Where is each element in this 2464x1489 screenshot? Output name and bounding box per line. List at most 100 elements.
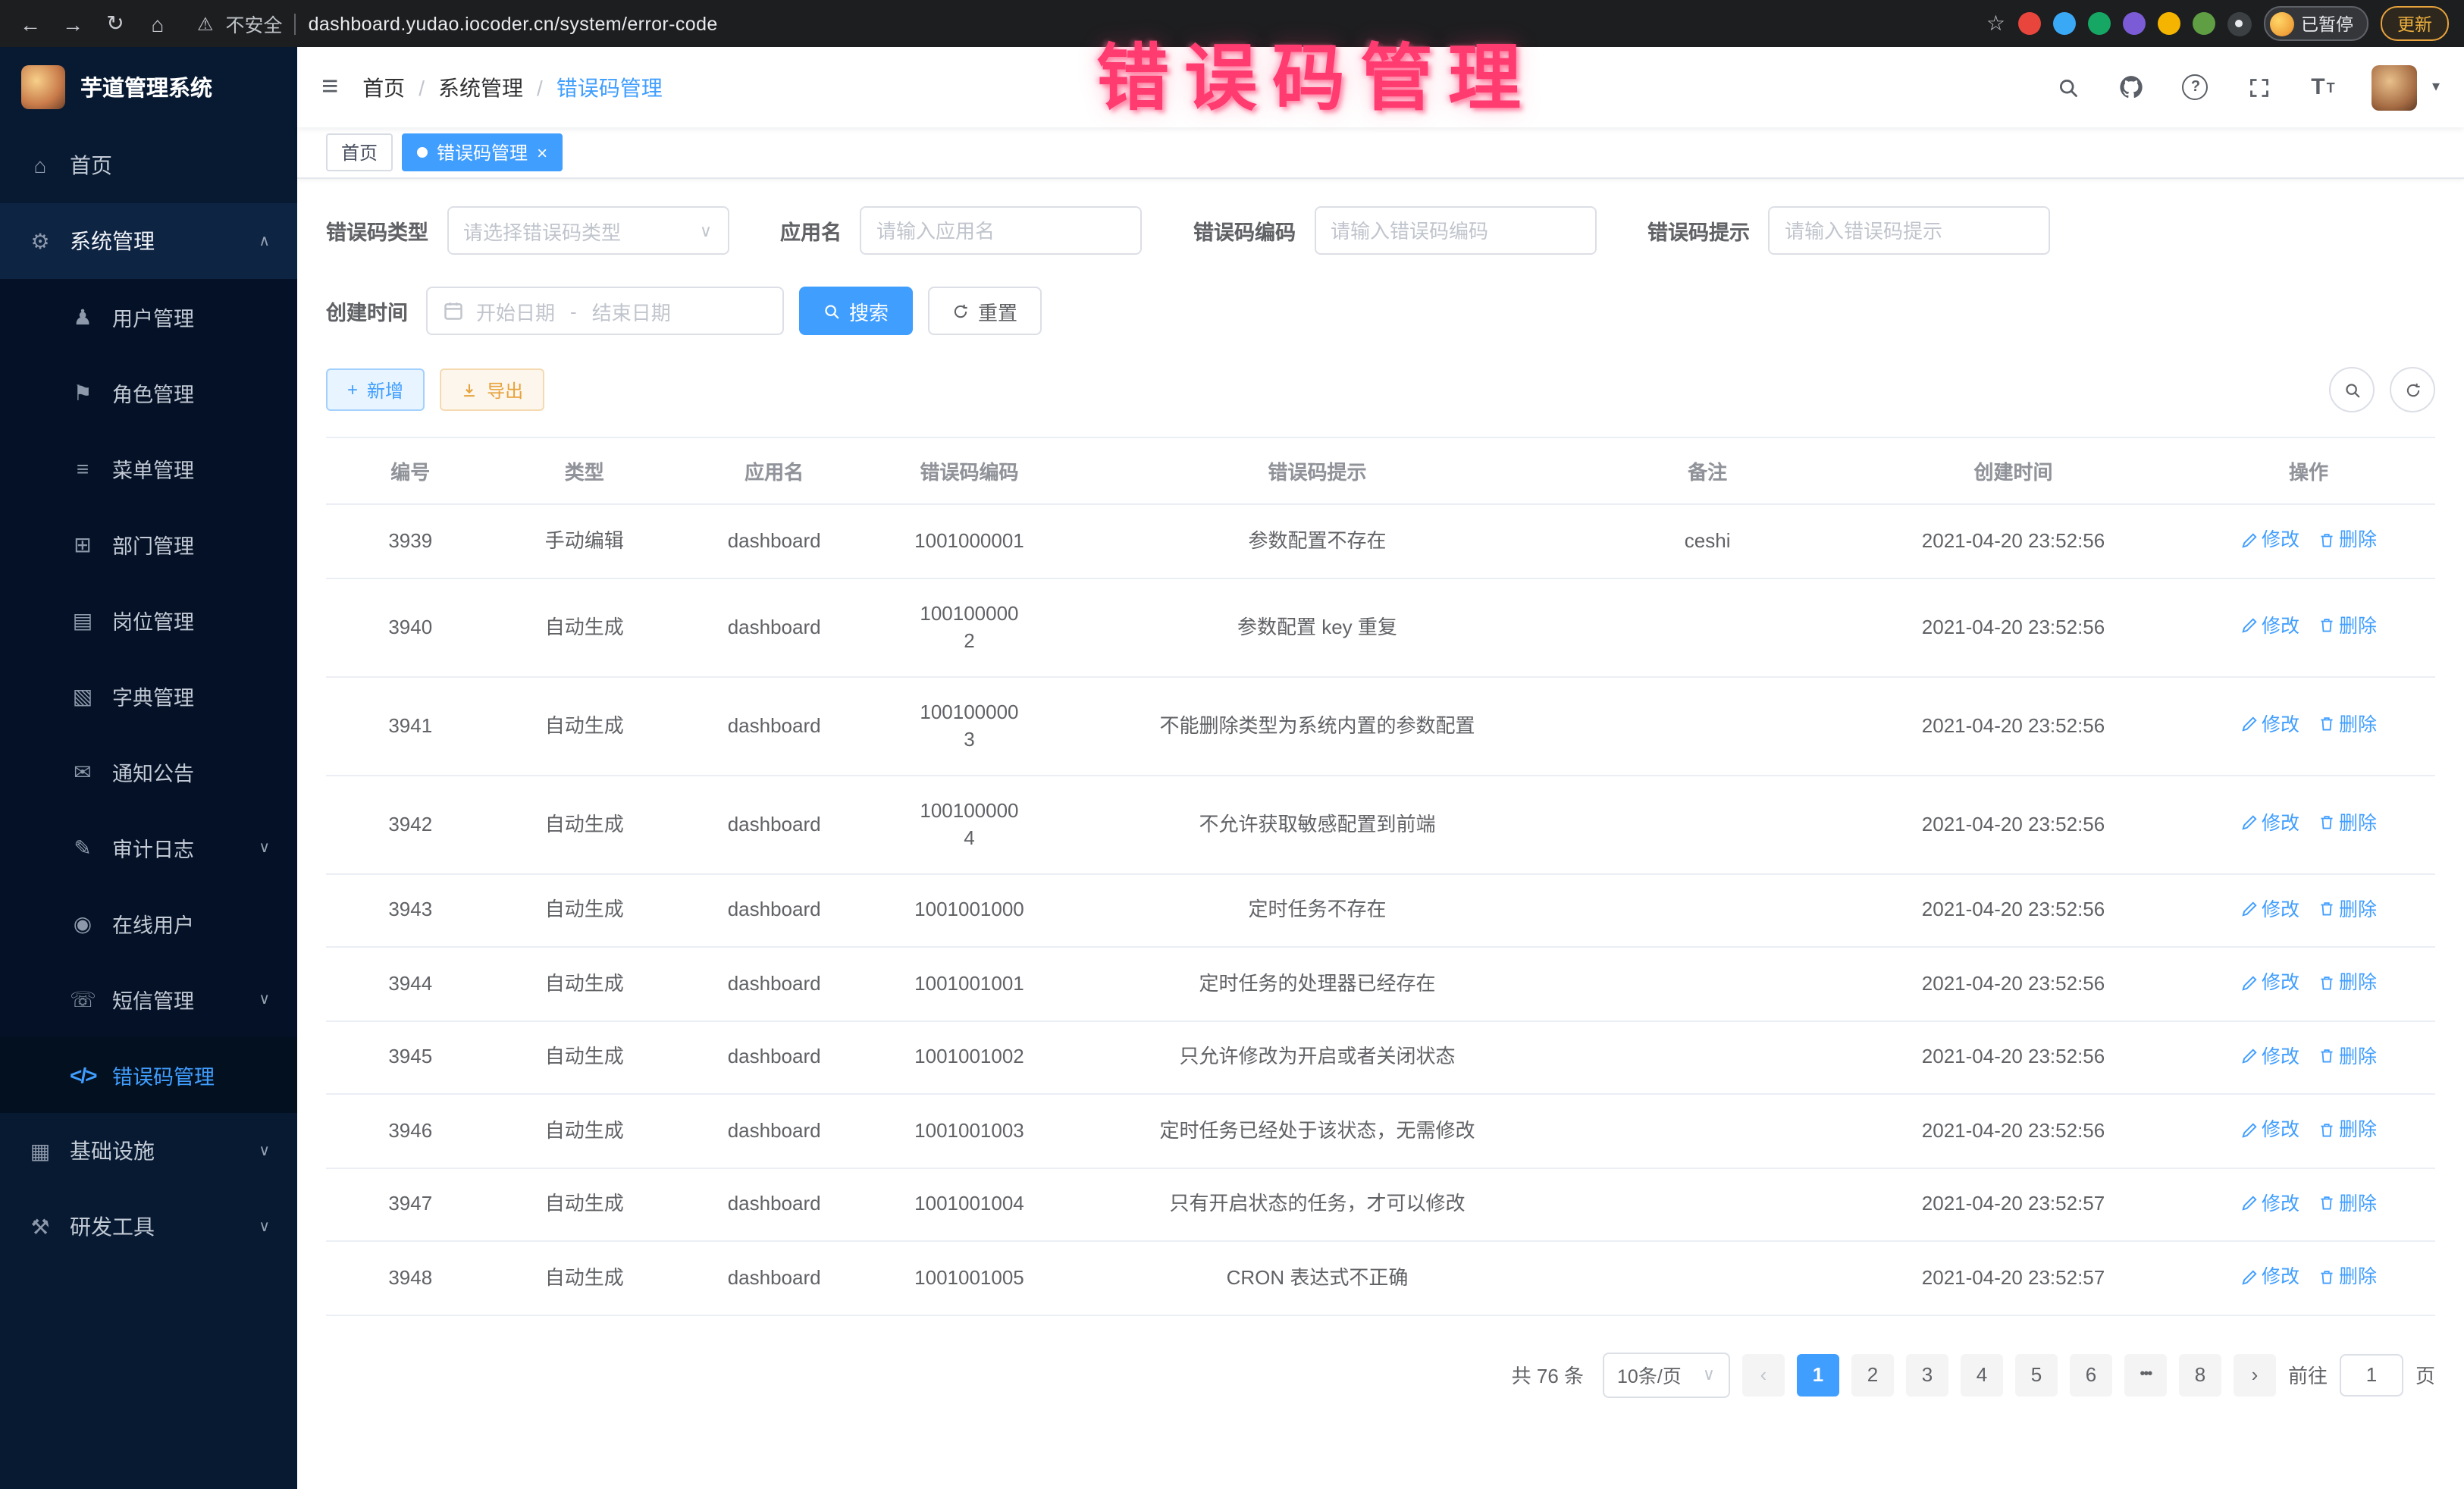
page-button-3[interactable]: 3 <box>1906 1353 1948 1396</box>
sidebar-item-infrastructure[interactable]: ▦ 基础设施 ∨ <box>0 1113 297 1189</box>
font-size-icon[interactable]: TT <box>2308 72 2338 102</box>
error-code-type-select[interactable]: 请选择错误码类型 ∨ <box>447 206 729 255</box>
delete-link[interactable]: 删除 <box>2318 526 2377 553</box>
sidebar-item-label: 用户管理 <box>112 302 194 332</box>
edit-link[interactable]: 修改 <box>2240 613 2299 640</box>
error-code-input[interactable] <box>1314 206 1596 255</box>
sidebar-item-online-users[interactable]: ◉ 在线用户 <box>0 886 297 961</box>
delete-link[interactable]: 删除 <box>2318 1190 2377 1217</box>
sidebar-item-user-management[interactable]: ♟ 用户管理 <box>0 279 297 355</box>
user-avatar[interactable] <box>2372 64 2417 110</box>
github-icon[interactable] <box>2117 72 2147 102</box>
cell-remark <box>1570 1094 1845 1168</box>
cell-create-time: 2021-04-20 23:52:56 <box>1845 1020 2182 1094</box>
edit-link[interactable]: 修改 <box>2240 1042 2299 1070</box>
delete-link[interactable]: 删除 <box>2318 810 2377 837</box>
more-pages-button[interactable]: ••• <box>2124 1353 2167 1396</box>
page-button-5[interactable]: 5 <box>2015 1353 2058 1396</box>
search-button[interactable]: 搜索 <box>799 287 913 335</box>
add-button[interactable]: + 新增 <box>326 368 425 411</box>
extension-icon-red[interactable] <box>2017 12 2040 35</box>
help-icon[interactable]: ? <box>2180 72 2211 102</box>
extension-icon-blue[interactable] <box>2052 12 2075 35</box>
edit-link[interactable]: 修改 <box>2240 1190 2299 1217</box>
sidebar-item-dict-management[interactable]: ▧ 字典管理 <box>0 658 297 734</box>
browser-home-icon[interactable]: ⌂ <box>143 8 173 39</box>
date-range-picker[interactable]: 开始日期 - 结束日期 <box>426 287 784 335</box>
cell-message: 参数配置 key 重复 <box>1064 578 1571 676</box>
delete-link[interactable]: 删除 <box>2318 895 2377 923</box>
sidebar-item-dev-tools[interactable]: ⚒ 研发工具 ∨ <box>0 1189 297 1265</box>
edit-link[interactable]: 修改 <box>2240 969 2299 996</box>
tab-home[interactable]: 首页 <box>326 133 393 171</box>
sidebar-collapse-icon[interactable]: ≡ <box>321 71 338 104</box>
extension-icon-leaf[interactable] <box>2192 12 2215 35</box>
cell-create-time: 2021-04-20 23:52:57 <box>1845 1241 2182 1315</box>
show-search-toggle-button[interactable] <box>2329 367 2375 412</box>
edit-link[interactable]: 修改 <box>2240 1263 2299 1290</box>
export-button-label: 导出 <box>487 377 523 403</box>
sidebar-item-role-management[interactable]: ⚑ 角色管理 <box>0 355 297 431</box>
profile-paused-badge[interactable]: 已暂停 <box>2263 6 2368 41</box>
browser-reload-icon[interactable]: ↻ <box>100 8 130 39</box>
sidebar-item-menu-management[interactable]: ≡ 菜单管理 <box>0 431 297 506</box>
refresh-table-button[interactable] <box>2390 367 2435 412</box>
delete-link[interactable]: 删除 <box>2318 969 2377 996</box>
bookmark-star-icon[interactable]: ☆ <box>1986 11 2005 36</box>
tab-error-code-management[interactable]: 错误码管理 × <box>402 133 563 171</box>
page-button-8[interactable]: 8 <box>2179 1353 2221 1396</box>
edit-link[interactable]: 修改 <box>2240 810 2299 837</box>
goto-page-input[interactable] <box>2340 1353 2403 1396</box>
update-button-label: 更新 <box>2397 11 2432 36</box>
breadcrumb-home[interactable]: 首页 <box>362 72 405 102</box>
sidebar-item-notice[interactable]: ✉ 通知公告 <box>0 734 297 810</box>
user-icon: ♟ <box>70 304 96 330</box>
page-button-2[interactable]: 2 <box>1851 1353 1894 1396</box>
sidebar-logo[interactable]: 芋道管理系统 <box>0 47 297 127</box>
page-button-6[interactable]: 6 <box>2070 1353 2112 1396</box>
browser-update-button[interactable]: 更新 <box>2381 6 2449 41</box>
page-button-1[interactable]: 1 <box>1797 1353 1839 1396</box>
table-row: 3946 自动生成 dashboard 1001001003 定时任务已经处于该… <box>326 1094 2435 1168</box>
sidebar-item-post-management[interactable]: ▤ 岗位管理 <box>0 582 297 658</box>
sidebar-item-error-code-management[interactable]: </> 错误码管理 <box>0 1037 297 1113</box>
edit-link[interactable]: 修改 <box>2240 711 2299 738</box>
cell-create-time: 2021-04-20 23:52:56 <box>1845 947 2182 1020</box>
delete-link[interactable]: 删除 <box>2318 1042 2377 1070</box>
sidebar-item-audit-log[interactable]: ✎ 审计日志 ∨ <box>0 810 297 886</box>
app-name-input[interactable] <box>860 206 1142 255</box>
export-button[interactable]: 导出 <box>440 368 544 411</box>
edit-link[interactable]: 修改 <box>2240 526 2299 553</box>
delete-link[interactable]: 删除 <box>2318 711 2377 738</box>
pinned-extension-icon[interactable] <box>2227 11 2251 36</box>
reset-button[interactable]: 重置 <box>928 287 1042 335</box>
edit-link[interactable]: 修改 <box>2240 1116 2299 1143</box>
sidebar-item-sms-management[interactable]: ☏ 短信管理 ∨ <box>0 961 297 1037</box>
prev-page-button[interactable]: ‹ <box>1742 1353 1785 1396</box>
edit-link[interactable]: 修改 <box>2240 895 2299 923</box>
extension-icon-yellow[interactable] <box>2157 12 2180 35</box>
delete-link[interactable]: 删除 <box>2318 1116 2377 1143</box>
browser-back-icon[interactable]: ← <box>15 8 45 39</box>
address-bar[interactable]: ⚠ 不安全 dashboard.yudao.iocoder.cn/system/… <box>197 9 718 38</box>
filter-row-1: 错误码类型 请选择错误码类型 ∨ 应用名 错误码编码 <box>326 206 2435 255</box>
cell-actions: 修改删除 <box>2182 676 2435 775</box>
sidebar-item-home[interactable]: ⌂ 首页 <box>0 127 297 203</box>
next-page-button[interactable]: › <box>2234 1353 2276 1396</box>
browser-forward-icon[interactable]: → <box>58 8 88 39</box>
delete-link[interactable]: 删除 <box>2318 613 2377 640</box>
search-icon[interactable] <box>2053 72 2083 102</box>
sidebar-item-department-management[interactable]: ⊞ 部门管理 <box>0 506 297 582</box>
chevron-down-icon: ∨ <box>259 1143 270 1159</box>
extension-icon-purple[interactable] <box>2122 12 2145 35</box>
fullscreen-icon[interactable] <box>2244 72 2274 102</box>
breadcrumb-system[interactable]: 系统管理 <box>438 72 523 102</box>
org-tree-icon: ⊞ <box>70 531 96 557</box>
page-button-4[interactable]: 4 <box>1961 1353 2003 1396</box>
delete-link[interactable]: 删除 <box>2318 1263 2377 1290</box>
error-message-input[interactable] <box>1768 206 2050 255</box>
sidebar-item-system-management[interactable]: ⚙ 系统管理 ∧ <box>0 203 297 279</box>
extension-icon-green[interactable] <box>2087 12 2110 35</box>
page-size-select[interactable]: 10条/页 ∨ <box>1602 1352 1730 1397</box>
close-icon[interactable]: × <box>537 143 547 161</box>
